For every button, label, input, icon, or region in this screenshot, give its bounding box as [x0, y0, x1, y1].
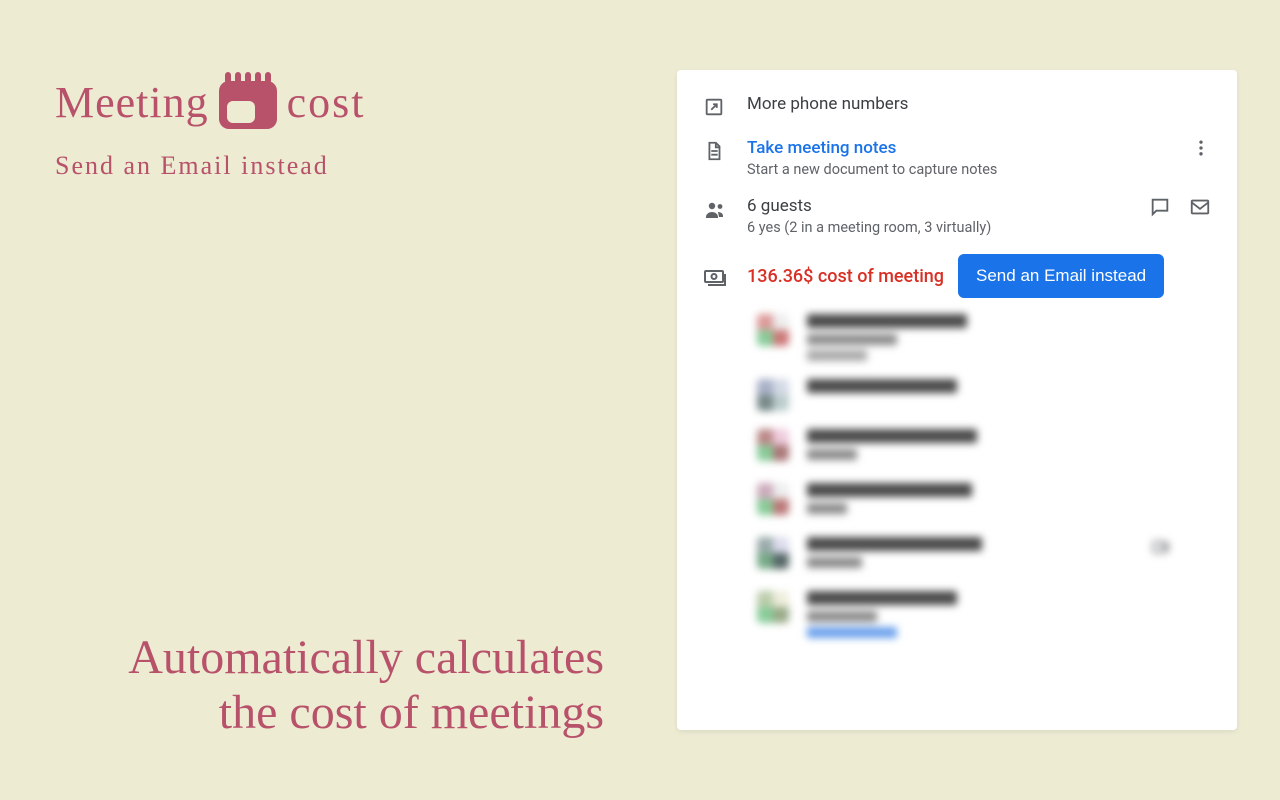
guest-list	[677, 306, 1237, 638]
brand-block: Meeting cost Send an Email instead	[55, 75, 366, 181]
video-icon	[1151, 537, 1171, 557]
meeting-detail-card: More phone numbers Take meeting notes St…	[677, 70, 1237, 730]
take-meeting-notes-sub: Start a new document to capture notes	[747, 161, 1171, 178]
avatar	[757, 537, 789, 569]
calendar-icon	[219, 75, 277, 129]
brand-word-meeting: Meeting	[55, 77, 209, 128]
guest-item	[757, 379, 1211, 411]
money-icon	[703, 265, 727, 289]
brand-tagline: Send an Email instead	[55, 151, 366, 181]
brand-word-cost: cost	[287, 77, 366, 128]
avatar	[757, 379, 789, 411]
more-options-icon[interactable]	[1191, 138, 1211, 158]
take-meeting-notes-row[interactable]: Take meeting notes Start a new document …	[677, 128, 1237, 186]
guest-item	[757, 483, 1211, 519]
chat-icon[interactable]	[1149, 196, 1171, 218]
guests-breakdown-label: 6 yes (2 in a meeting room, 3 virtually)	[747, 219, 1129, 236]
headline-line-1: Automatically calculates	[44, 630, 604, 685]
guest-item	[757, 314, 1211, 361]
guest-item	[757, 537, 1211, 573]
meeting-cost-value: 136.36$ cost of meeting	[747, 266, 944, 287]
guests-summary-row[interactable]: 6 guests 6 yes (2 in a meeting room, 3 v…	[677, 186, 1237, 244]
brand-logo: Meeting cost	[55, 75, 366, 129]
guests-count-label: 6 guests	[747, 196, 1129, 216]
avatar	[757, 314, 789, 346]
meeting-cost-row: 136.36$ cost of meeting Send an Email in…	[677, 244, 1237, 306]
send-email-instead-button[interactable]: Send an Email instead	[958, 254, 1164, 298]
mail-icon[interactable]	[1189, 196, 1211, 218]
take-meeting-notes-title: Take meeting notes	[747, 138, 1171, 158]
marketing-headline: Automatically calculates the cost of mee…	[44, 630, 604, 740]
avatar	[757, 483, 789, 515]
open-external-icon	[703, 96, 727, 120]
avatar	[757, 591, 789, 623]
avatar	[757, 429, 789, 461]
people-icon	[703, 198, 727, 222]
guest-item	[757, 429, 1211, 465]
document-icon	[703, 140, 727, 164]
guest-item	[757, 591, 1211, 638]
headline-line-2: the cost of meetings	[44, 685, 604, 740]
more-phone-numbers-row[interactable]: More phone numbers	[677, 84, 1237, 128]
more-phone-numbers-label: More phone numbers	[747, 94, 1211, 114]
